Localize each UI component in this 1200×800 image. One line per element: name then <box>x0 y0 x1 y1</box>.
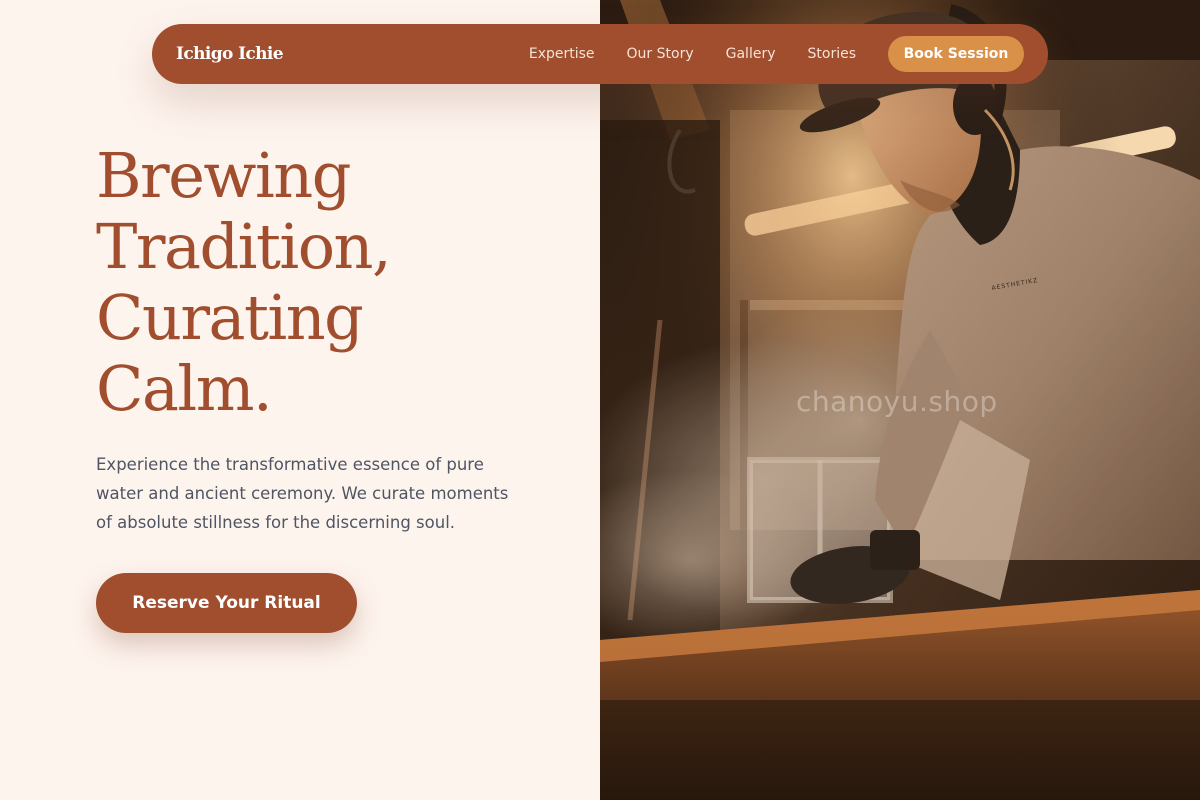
nav-link-gallery[interactable]: Gallery <box>726 46 776 62</box>
nav-link-expertise[interactable]: Expertise <box>529 46 595 62</box>
hero-title-line: Brewing <box>96 139 351 212</box>
watermark: chanoyu.shop <box>796 385 998 418</box>
reserve-ritual-button[interactable]: Reserve Your Ritual <box>96 573 357 633</box>
book-session-button[interactable]: Book Session <box>888 36 1024 72</box>
nav-link-stories[interactable]: Stories <box>808 46 857 62</box>
nav-link-our-story[interactable]: Our Story <box>627 46 694 62</box>
hero-title-line: Calm. <box>96 352 273 425</box>
brand-logo[interactable]: Ichigo Ichie <box>176 44 284 64</box>
top-navbar: Ichigo Ichie Expertise Our Story Gallery… <box>152 24 1048 84</box>
landing-page: AESTHETIKZ chanoyu.shop Ichigo Ichie Exp… <box>0 0 1200 800</box>
hero-section: Brewing Tradition, Curating Calm. Experi… <box>96 140 556 633</box>
hero-subtitle: Experience the transformative essence of… <box>96 455 509 532</box>
hero-title-line: Curating <box>96 281 364 354</box>
hero-title-line: Tradition, <box>96 210 392 283</box>
nav-links: Expertise Our Story Gallery Stories <box>529 46 856 62</box>
hero-title: Brewing Tradition, Curating Calm. <box>96 140 556 424</box>
